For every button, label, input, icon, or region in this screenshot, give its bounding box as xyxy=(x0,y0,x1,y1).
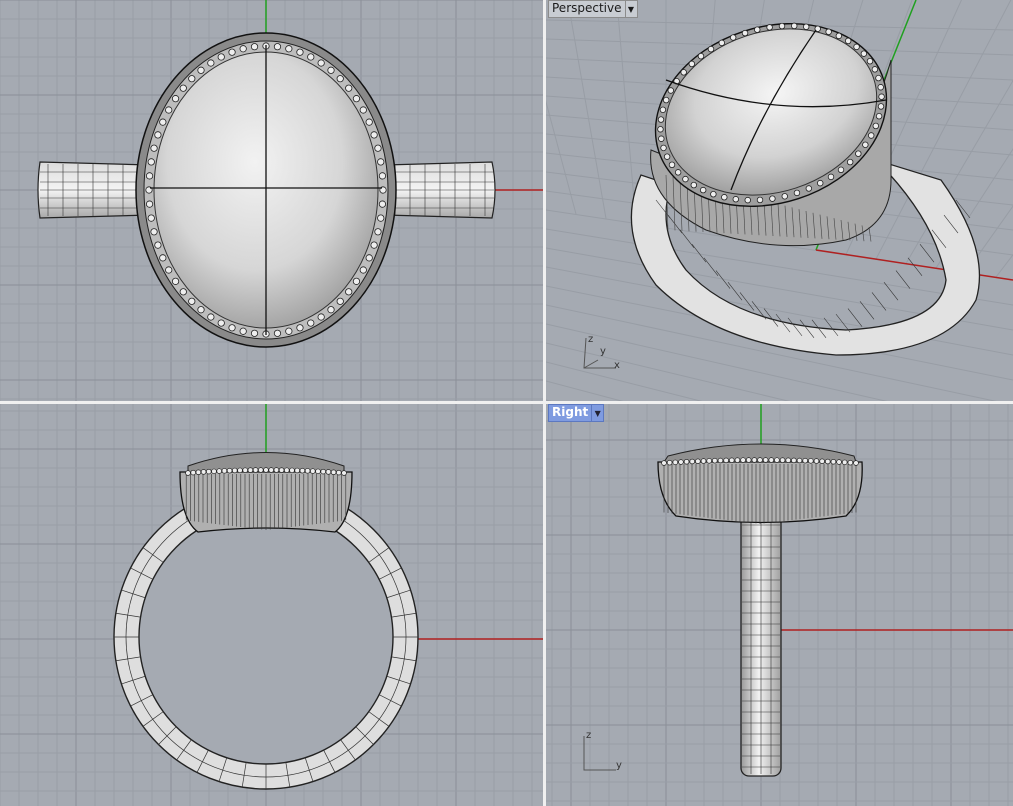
viewport-top[interactable] xyxy=(0,0,543,401)
axis-label-y: y xyxy=(616,760,622,771)
axis-label-x: x xyxy=(614,360,620,371)
world-axes-icon: z y xyxy=(580,730,626,776)
front-view-scene xyxy=(0,404,543,806)
x-axis-line xyxy=(815,249,1013,281)
axis-label-y: y xyxy=(600,346,606,357)
viewport-title-perspective[interactable]: Perspective ▼ xyxy=(548,0,638,18)
viewport-title-label: Right xyxy=(552,405,589,419)
viewport-title-label: Perspective xyxy=(552,1,622,15)
chevron-down-icon[interactable]: ▼ xyxy=(624,1,637,17)
chevron-down-icon[interactable]: ▼ xyxy=(591,405,603,421)
top-view-scene xyxy=(0,0,543,401)
viewport-front[interactable] xyxy=(0,404,543,806)
viewport-perspective[interactable]: Perspective ▼ z y x xyxy=(546,0,1013,401)
world-axes-icon: z y x xyxy=(576,332,622,378)
axis-label-z: z xyxy=(586,730,592,741)
viewport-right[interactable]: Right ▼ z y xyxy=(546,404,1013,806)
ring-shank xyxy=(740,503,782,777)
viewport-title-right[interactable]: Right ▼ xyxy=(548,404,605,422)
ring-shank xyxy=(113,484,419,790)
axis-label-z: z xyxy=(588,334,594,345)
